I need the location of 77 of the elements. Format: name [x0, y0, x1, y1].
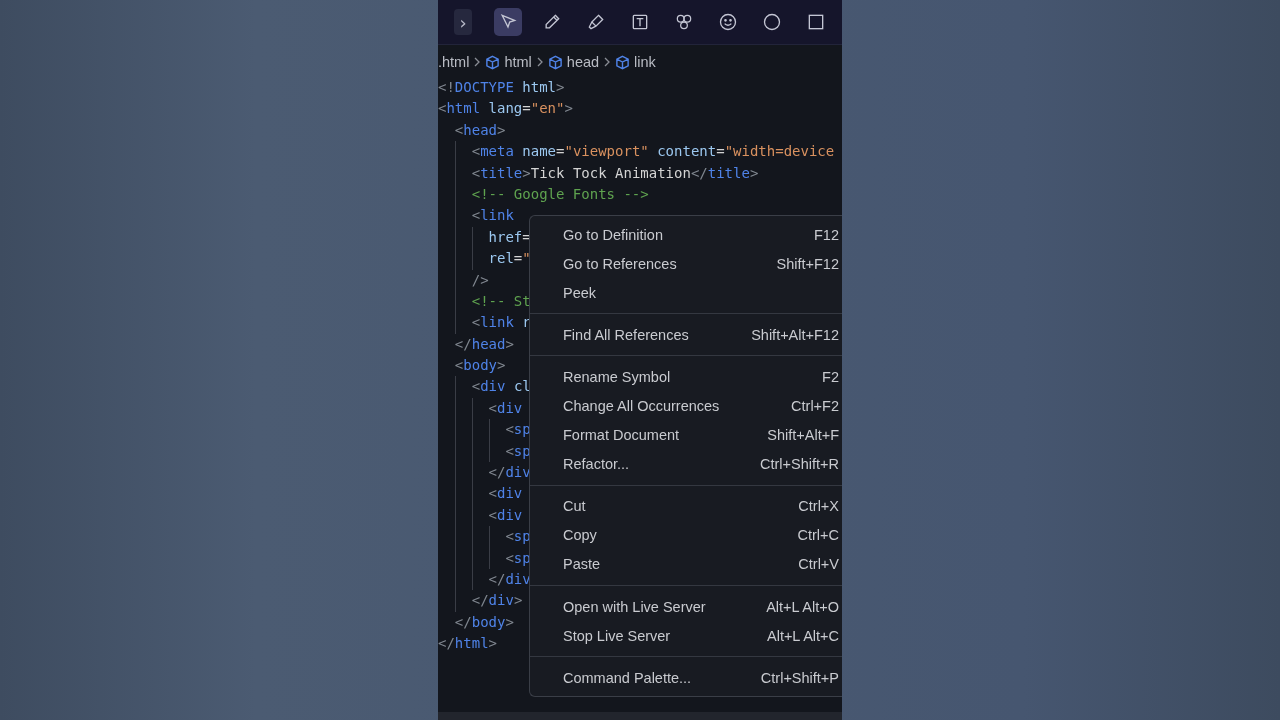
code-line: <!DOCTYPE html> — [438, 79, 565, 95]
cube-icon — [615, 54, 631, 70]
shortcut: Ctrl+C — [797, 527, 839, 544]
shortcut: Ctrl+V — [798, 556, 839, 573]
code-line: /> — [470, 271, 489, 288]
smiley-icon — [718, 12, 738, 32]
breadcrumb[interactable]: .html — [438, 54, 470, 70]
code-line: <link — [470, 207, 514, 224]
shortcut: Shift+F12 — [776, 255, 839, 272]
code-line: </head> — [453, 335, 514, 352]
code-line: <div — [487, 399, 523, 416]
menu-item-label: Go to Definition — [563, 226, 663, 243]
menu-item-label: Paste — [563, 556, 601, 573]
menu-item-label: Cut — [563, 498, 586, 515]
code-line: </body> — [453, 613, 514, 630]
menu-item[interactable]: Copy Ctrl+C — [530, 520, 842, 550]
code-line: </div — [487, 464, 531, 481]
menu-item[interactable]: Open with Live Server Alt+L Alt+O — [530, 592, 842, 622]
code-line: </div — [487, 571, 531, 587]
cube-icon — [547, 54, 563, 70]
menu-item[interactable]: Refactor... Ctrl+Shift+R — [530, 449, 842, 479]
shortcut: Ctrl+F2 — [791, 398, 839, 414]
menu-item-label: Copy — [563, 527, 597, 544]
code-line: <head> — [453, 121, 506, 138]
menu-item[interactable]: Cut Ctrl+X — [530, 491, 842, 521]
code-line: <!-- Google Fonts --> — [470, 185, 649, 202]
select-tool[interactable] — [494, 8, 522, 36]
menu-item-label: Open with Live Server — [563, 598, 706, 615]
cube-icon — [485, 54, 501, 70]
code-line: </html> — [438, 635, 497, 652]
code-line: <div — [487, 506, 523, 523]
shortcut: Alt+L Alt+C — [767, 627, 839, 644]
menu-item-label: Peek — [563, 284, 597, 301]
marker-icon — [586, 12, 606, 32]
menu-item-label: Refactor... — [563, 456, 630, 473]
code-line: <!-- St — [470, 292, 531, 309]
breadcrumb[interactable]: link — [634, 54, 656, 70]
shortcut: Ctrl+X — [798, 498, 839, 515]
menu-item[interactable]: Paste Ctrl+V — [530, 549, 842, 580]
menu-item-label: Go to References — [563, 255, 677, 272]
code-line: rel=" — [487, 250, 531, 267]
text-icon — [630, 12, 650, 32]
breadcrumb[interactable]: head — [566, 54, 600, 70]
menu-item-label: Find All References — [563, 326, 689, 343]
menu-item[interactable]: Go to References Shift+F12 — [530, 249, 842, 279]
code-line: <title>Tick Tock Animation</title> — [470, 164, 759, 181]
circles-icon — [674, 12, 694, 32]
square-icon — [806, 12, 826, 32]
menu-item[interactable]: Go to Definition F12 — [530, 220, 842, 250]
circle-icon — [762, 12, 782, 32]
shortcut: F12 — [814, 226, 839, 243]
shortcut: Shift+Alt+F — [767, 427, 839, 444]
menu-item[interactable]: Peek — [530, 278, 842, 308]
code-line: <html lang="en"> — [438, 100, 573, 117]
shortcut: Ctrl+Shift+R — [760, 456, 839, 473]
code-line: <meta name="viewport" content="width=device — [470, 143, 835, 160]
menu-item-label: Command Palette... — [563, 669, 692, 686]
menu-item-label: Stop Live Server — [563, 627, 671, 644]
menu-item-label: Rename Symbol — [563, 368, 671, 385]
code-line: <div — [487, 485, 523, 502]
shortcut: F2 — [822, 368, 839, 385]
menu-item[interactable]: Stop Live Server Alt+L Alt+C — [530, 621, 842, 651]
breadcrumb[interactable]: html — [504, 54, 532, 70]
menu-item[interactable]: Find All References Shift+Alt+F12 — [530, 320, 842, 350]
menu-item[interactable]: Command Palette... Ctrl+Shift+P — [530, 663, 842, 693]
menu-item-label: Format Document — [563, 427, 680, 444]
code-line: </div> — [470, 592, 523, 609]
code-line: <body> — [453, 357, 506, 374]
expand-button[interactable]: › — [454, 9, 472, 35]
menu-item[interactable]: Format Document Shift+Alt+F — [530, 420, 842, 450]
menu-item[interactable]: Rename Symbol F2 — [530, 362, 842, 392]
shortcut: Shift+Alt+F12 — [751, 326, 839, 343]
menu-item-label: Change All Occurrences — [563, 398, 720, 414]
code-line: <div cl — [470, 378, 531, 395]
shortcut: Alt+L Alt+O — [766, 598, 839, 615]
shortcut: Ctrl+Shift+P — [760, 669, 839, 686]
menu-item[interactable]: Change All Occurrences Ctrl+F2 — [530, 391, 842, 421]
